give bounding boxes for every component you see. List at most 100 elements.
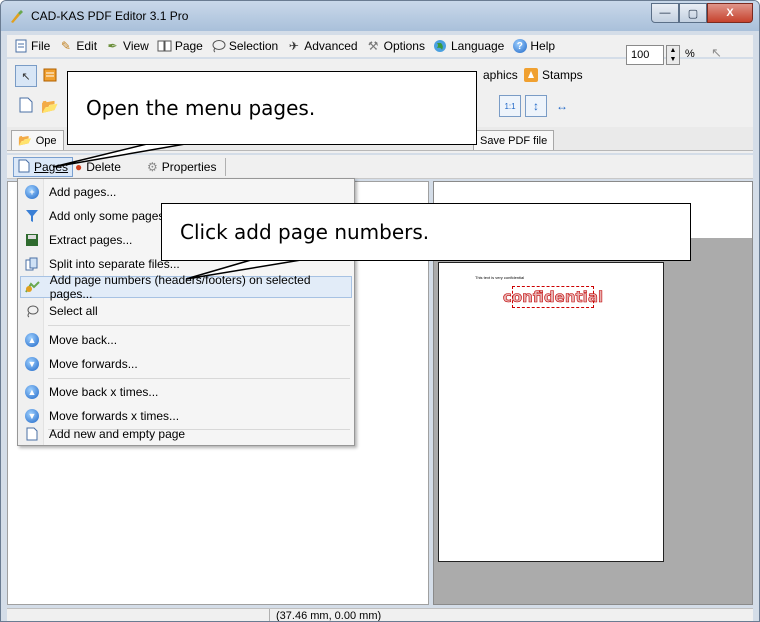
delete-label: Delete — [86, 160, 121, 174]
menu-selection[interactable]: Selection — [211, 39, 278, 54]
menu-view-label: View — [123, 39, 149, 53]
menu-item-label: Add pages... — [49, 185, 117, 199]
document-icon — [13, 39, 28, 54]
cursor-icon[interactable]: ↖ — [711, 45, 722, 61]
menu-page-label: Page — [174, 39, 203, 53]
actual-size-icon: 1:1 — [504, 101, 516, 111]
graphics-tab-label: aphics — [483, 68, 518, 82]
properties-button[interactable]: ⚙ Properties — [143, 157, 220, 177]
pdf-page[interactable]: This text is very confidential confident… — [438, 262, 664, 562]
callout-open-menu: Open the menu pages. — [67, 71, 477, 145]
menu-item-move-forwards[interactable]: ▼ Move forwards... — [20, 353, 352, 375]
telescope-icon: ✈ — [288, 39, 299, 53]
stamp-icon — [523, 67, 539, 83]
pen-icon: ✎ — [60, 39, 71, 53]
menu-item-move-back-x[interactable]: ▲ Move back x times... — [20, 381, 352, 403]
app-window: CAD-KAS PDF Editor 3.1 Pro — ▢ X File ✎ … — [0, 0, 760, 622]
window-title: CAD-KAS PDF Editor 3.1 Pro — [31, 9, 189, 23]
properties-label: Properties — [161, 160, 217, 174]
feather-icon: ✒ — [107, 39, 118, 53]
open-folder-icon: 📂 — [18, 135, 32, 147]
callout-add-page-numbers-text: Click add page numbers. — [180, 220, 430, 244]
page-icon — [18, 159, 30, 176]
globe-icon — [433, 39, 448, 54]
menu-item-add-empty-page[interactable]: Add new and empty page — [20, 423, 352, 445]
lasso-icon — [24, 303, 40, 319]
actual-size-button[interactable]: 1:1 — [499, 95, 521, 117]
confidential-stamp[interactable]: confidential — [503, 286, 603, 308]
tab-open[interactable]: 📂 Ope — [11, 130, 64, 150]
menu-options-label: Options — [383, 39, 425, 53]
delete-button[interactable]: ● Delete — [71, 157, 125, 177]
pages-toolbar: Pages ● Delete ⚙ Properties — [7, 155, 753, 179]
zoom-unit: % — [685, 48, 695, 60]
book-icon — [157, 39, 172, 54]
menu-item-label: Add only some pages o — [49, 209, 175, 223]
minimize-button[interactable]: — — [651, 3, 679, 23]
toolbar-divider — [225, 158, 226, 176]
zoom-input[interactable]: 100 — [626, 45, 664, 65]
menu-edit[interactable]: ✎ Edit — [58, 39, 97, 54]
menu-language[interactable]: Language — [433, 39, 504, 54]
maximize-button[interactable]: ▢ — [679, 3, 707, 23]
menu-file[interactable]: File — [13, 39, 50, 54]
new-document-button[interactable] — [15, 95, 37, 117]
menu-view[interactable]: ✒ View — [105, 39, 149, 54]
menu-item-label: Select all — [49, 304, 98, 318]
menu-help[interactable]: ? Help — [512, 39, 555, 54]
close-button[interactable]: X — [707, 3, 753, 23]
blank-page-icon — [24, 426, 40, 442]
text-tool-button[interactable] — [39, 65, 61, 87]
tab-save-label: Save PDF file — [480, 134, 548, 147]
menu-item-label: Move forwards x times... — [49, 409, 180, 423]
text-tool-icon — [43, 68, 57, 85]
menu-item-select-all[interactable]: Select all — [20, 300, 352, 322]
tab-save[interactable]: Save PDF file — [473, 130, 555, 150]
pages-menu-button[interactable]: Pages — [13, 157, 74, 177]
menu-item-label: Extract pages... — [49, 233, 133, 247]
menu-item-add-pages[interactable]: + Add pages... — [20, 181, 352, 203]
floppy-disk-icon — [24, 232, 40, 248]
menu-options[interactable]: ⚒ Options — [366, 39, 425, 54]
menu-item-label: Add page numbers (headers/footers) on se… — [49, 273, 311, 301]
new-page-icon — [19, 97, 33, 116]
fit-width-icon: ↔ — [556, 99, 568, 113]
menu-language-label: Language — [450, 39, 505, 53]
arrow-up-circle-icon: ▲ — [24, 384, 40, 400]
select-tool-button[interactable]: ↖ — [15, 65, 37, 87]
menu-item-label: Move back x times... — [49, 385, 159, 399]
app-logo-icon — [11, 10, 23, 23]
menu-advanced[interactable]: ✈ Advanced — [286, 39, 358, 54]
fit-width-button[interactable]: ↔ — [551, 95, 573, 117]
arrow-up-circle-icon: ▲ — [24, 332, 40, 348]
title-bar: CAD-KAS PDF Editor 3.1 Pro — ▢ X — [1, 1, 759, 31]
add-circle-icon: + — [24, 184, 40, 200]
arrow-pointer-icon: ↖ — [21, 70, 31, 83]
menu-page[interactable]: Page — [157, 39, 203, 54]
pages-menu-label: Pages — [34, 160, 69, 174]
menu-advanced-label: Advanced — [304, 39, 358, 53]
lasso-icon — [211, 39, 226, 54]
menu-item-label: Add new and empty page — [49, 427, 186, 441]
menu-item-add-page-numbers[interactable]: Add page numbers (headers/footers) on se… — [20, 273, 352, 301]
page-text: This text is very confidential — [475, 275, 525, 280]
arrow-down-circle-icon: ▼ — [24, 408, 40, 424]
menu-help-label: Help — [530, 39, 556, 53]
arrow-down-circle-icon: ▼ — [24, 356, 40, 372]
menu-item-move-back[interactable]: ▲ Move back... — [20, 329, 352, 351]
zoom-stepper[interactable]: ▲ ▼ — [666, 45, 680, 65]
open-folder-button[interactable]: 📂 — [39, 95, 61, 117]
menu-edit-label: Edit — [76, 39, 98, 53]
status-bar: (37.46 mm, 0.00 mm) — [7, 608, 753, 621]
fit-height-button[interactable]: ↕ — [525, 95, 547, 117]
tab-open-label: Ope — [35, 134, 57, 147]
filter-icon — [24, 208, 40, 224]
menu-separator — [48, 325, 350, 326]
properties-icon: ⚙ — [147, 160, 158, 174]
menu-file-label: File — [31, 39, 51, 53]
split-pages-icon — [24, 256, 40, 272]
menu-selection-label: Selection — [228, 39, 279, 53]
graphics-tab[interactable]: aphics — [483, 68, 518, 82]
help-icon: ? — [512, 39, 527, 54]
stamps-tab[interactable]: Stamps — [523, 67, 583, 83]
